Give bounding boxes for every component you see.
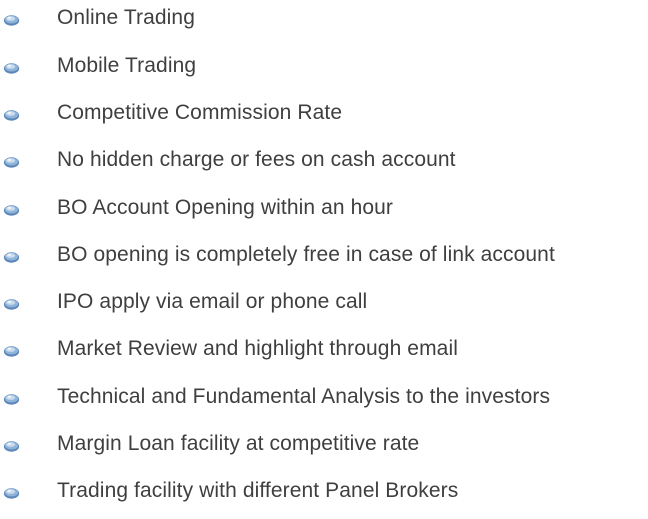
list-item: Mobile Trading: [0, 48, 648, 84]
list-item: Margin Loan facility at competitive rate: [0, 426, 648, 462]
blue-gem-bullet-icon: [3, 109, 20, 122]
blue-gem-bullet-icon: [3, 204, 20, 217]
list-item: IPO apply via email or phone call: [0, 284, 648, 320]
list-item: No hidden charge or fees on cash account: [0, 142, 648, 178]
blue-gem-bullet-icon: [3, 14, 20, 27]
list-item: Online Trading: [0, 0, 648, 36]
blue-gem-bullet-icon: [3, 251, 20, 264]
list-item: Market Review and highlight through emai…: [0, 331, 648, 367]
feature-label: Technical and Fundamental Analysis to th…: [57, 385, 551, 408]
blue-gem-bullet-icon: [3, 156, 20, 169]
blue-gem-bullet-icon: [3, 298, 20, 311]
list-item: BO Account Opening within an hour: [0, 190, 648, 226]
blue-gem-bullet-icon: [3, 487, 20, 500]
blue-gem-bullet-icon: [3, 440, 20, 453]
feature-label: Competitive Commission Rate: [57, 101, 343, 124]
list-item: Technical and Fundamental Analysis to th…: [0, 379, 648, 415]
feature-label: Trading facility with different Panel Br…: [57, 479, 459, 502]
feature-label: Online Trading: [57, 6, 195, 29]
feature-label: No hidden charge or fees on cash account: [57, 148, 456, 171]
feature-label: Mobile Trading: [57, 54, 197, 77]
blue-gem-bullet-icon: [3, 62, 20, 75]
feature-label: Margin Loan facility at competitive rate: [57, 432, 420, 455]
blue-gem-bullet-icon: [3, 345, 20, 358]
blue-gem-bullet-icon: [3, 393, 20, 406]
feature-label: Market Review and highlight through emai…: [57, 337, 458, 360]
feature-label: IPO apply via email or phone call: [57, 290, 368, 313]
feature-label: BO opening is completely free in case of…: [57, 243, 555, 266]
list-item: BO opening is completely free in case of…: [0, 237, 648, 273]
list-item: Competitive Commission Rate: [0, 95, 648, 131]
list-item: Trading facility with different Panel Br…: [0, 473, 648, 509]
feature-label: BO Account Opening within an hour: [57, 196, 394, 219]
